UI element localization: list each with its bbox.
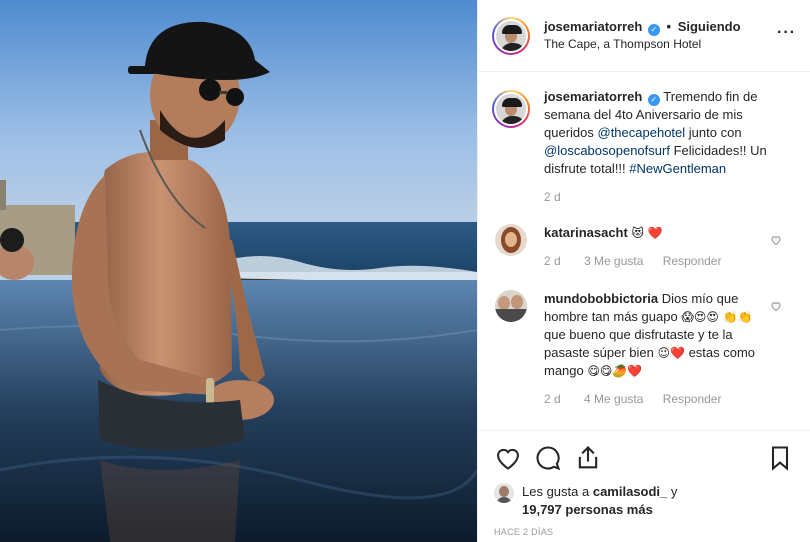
comment-username[interactable]: mundobobbictoria [544,291,658,306]
comments-list[interactable]: josemariatorreh ✓ Tremendo fin de semana… [478,72,810,430]
comment-likes[interactable]: 4 Me gusta [584,392,643,406]
post-actions: Les gusta a camilasodi_ y 19,797 persona… [478,430,810,542]
comment-item: mundobobbictoria Dios mío que hombre tan… [492,290,794,408]
location-link[interactable]: The Cape, a Thompson Hotel [544,36,741,53]
comment-username[interactable]: katarinasacht [544,225,628,240]
caption-username[interactable]: josemariatorreh [544,89,642,104]
post-panel: josemariatorreh ✓ • Siguiendo The Cape, … [477,0,810,542]
mention-link[interactable]: @thecapehotel [598,125,686,140]
likes-summary: Les gusta a camilasodi_ y 19,797 persona… [494,483,794,519]
more-options-icon[interactable]: ··· [777,24,796,42]
mention-link[interactable]: @loscabosopenofsurf [544,143,670,158]
comment-emoji: 😉❤️ [657,346,685,360]
header-username[interactable]: josemariatorreh [544,19,642,34]
caption-avatar[interactable] [492,90,530,128]
likes-conj: y [670,484,678,499]
follow-button[interactable]: Siguiendo [678,19,741,34]
caption-time[interactable]: 2 d [544,190,794,204]
heart-icon[interactable] [494,444,522,472]
comment-emoji: 😱😍😍 👏👏 [681,310,753,324]
comment-like-heart-icon[interactable] [770,234,782,246]
reply-button[interactable]: Responder [663,254,722,268]
post-header: josemariatorreh ✓ • Siguiendo The Cape, … [478,0,810,72]
verified-badge-icon: ✓ [647,94,660,106]
post-photo[interactable] [0,0,477,542]
comment-icon[interactable] [534,444,562,472]
comment-likes[interactable]: 3 Me gusta [584,254,643,268]
post-caption: josemariatorreh ✓ Tremendo fin de semana… [492,88,794,178]
comment-item: katarinasacht 😻 ❤️ 2 d 3 Me gusta Respon… [492,224,794,270]
caption-text: junto con [688,125,742,140]
profile-avatar[interactable] [492,16,530,55]
hashtag-link[interactable]: #NewGentleman [629,161,726,176]
likes-count[interactable]: 19,797 personas más [522,502,653,517]
bookmark-icon[interactable] [766,444,794,472]
comment-time[interactable]: 2 d [544,392,561,406]
liker-username[interactable]: camilasodi_ [593,484,667,499]
verified-badge-icon: ✓ [647,24,660,36]
reply-button[interactable]: Responder [663,392,722,406]
comment-emoji: 😋😋🥭❤️ [587,364,643,378]
comment-time[interactable]: 2 d [544,254,561,268]
comment-avatar[interactable] [495,224,527,256]
share-icon[interactable] [574,444,602,472]
post-timestamp[interactable]: HACE 2 DÍAS [494,527,794,537]
likes-prefix: Les gusta a [522,484,590,499]
header-separator: • [666,19,672,34]
comment-avatar[interactable] [495,290,527,322]
liker-avatar[interactable] [494,483,514,503]
comment-emoji: 😻 ❤️ [631,226,663,240]
comment-like-heart-icon[interactable] [770,300,782,312]
